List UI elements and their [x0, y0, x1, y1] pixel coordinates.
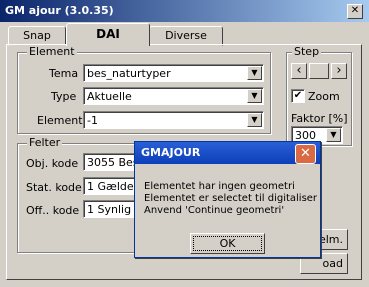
tema-value: bes_naturtyper: [87, 67, 171, 80]
element-select[interactable]: -1 ▼: [83, 111, 264, 129]
step-group-legend: Step: [292, 45, 322, 58]
chevron-down-icon[interactable]: ▼: [326, 128, 341, 142]
dialog-message-line: Elementet er selectet til digitaliser: [144, 193, 318, 204]
faktor-label: Faktor [%]: [291, 112, 348, 125]
tema-select[interactable]: bes_naturtyper ▼: [83, 64, 264, 82]
dialog-title: GMAJOUR: [141, 146, 201, 159]
dialog-close-button[interactable]: ✕: [295, 144, 316, 164]
chevron-down-icon[interactable]: ▼: [247, 66, 262, 80]
stat-kode-value: 1 Gælden: [87, 180, 141, 193]
stat-kode-label: Stat. kode: [26, 181, 82, 194]
load-button-label: oad: [322, 257, 343, 270]
close-icon: ✕: [300, 146, 311, 161]
tab-label: Diverse: [165, 29, 207, 42]
type-select[interactable]: Aktuelle ▼: [83, 87, 264, 105]
dialog-title-bar[interactable]: GMAJOUR ✕: [135, 142, 320, 164]
element-label: Element: [37, 114, 83, 127]
zoom-label: Zoom: [308, 90, 340, 103]
window-title: GM ajour (3.0.35): [5, 4, 114, 17]
type-value: Aktuelle: [87, 90, 132, 103]
zoom-checkbox[interactable]: ✔: [291, 89, 305, 103]
checkmark-icon: ✔: [293, 90, 303, 101]
dialog-message-line: Anvend 'Continue geometri': [144, 205, 285, 216]
dialog-message: Elementet har ingen geometri Elementet e…: [144, 181, 317, 217]
window-close-button[interactable]: ✕: [347, 4, 363, 19]
elm-button-label: elm.: [318, 233, 343, 246]
step-middle-button[interactable]: [309, 63, 329, 79]
step-next-button[interactable]: ›: [331, 63, 347, 79]
element-group-legend: Element: [27, 45, 77, 58]
type-label: Type: [51, 90, 77, 103]
tab-label: DAI: [96, 27, 120, 41]
off-kode-label: Off.. kode: [26, 204, 80, 217]
dialog-message-line: Elementet har ingen geometri: [144, 181, 295, 192]
tema-label: Tema: [49, 67, 79, 80]
chevron-left-icon: ‹: [296, 63, 302, 78]
tab-diverse[interactable]: Diverse: [149, 26, 223, 46]
element-value: -1: [87, 114, 98, 127]
chevron-down-icon[interactable]: ▼: [247, 113, 262, 127]
step-prev-button[interactable]: ‹: [291, 63, 307, 79]
chevron-down-icon[interactable]: ▼: [247, 89, 262, 103]
obj-kode-label: Obj. kode: [26, 157, 79, 170]
tab-snap[interactable]: Snap: [8, 26, 66, 46]
window-title-bar[interactable]: GM ajour (3.0.35) ✕: [0, 0, 369, 22]
ok-button-label: OK: [219, 237, 236, 250]
ok-button[interactable]: OK: [190, 233, 265, 254]
tab-dai[interactable]: DAI: [66, 23, 150, 46]
felter-group-legend: Felter: [27, 136, 63, 149]
tab-label: Snap: [23, 29, 51, 42]
obj-kode-value: 3055 Bes: [87, 156, 139, 169]
chevron-right-icon: ›: [336, 63, 342, 78]
message-dialog: GMAJOUR ✕ Elementet har ingen geometri E…: [134, 141, 321, 258]
